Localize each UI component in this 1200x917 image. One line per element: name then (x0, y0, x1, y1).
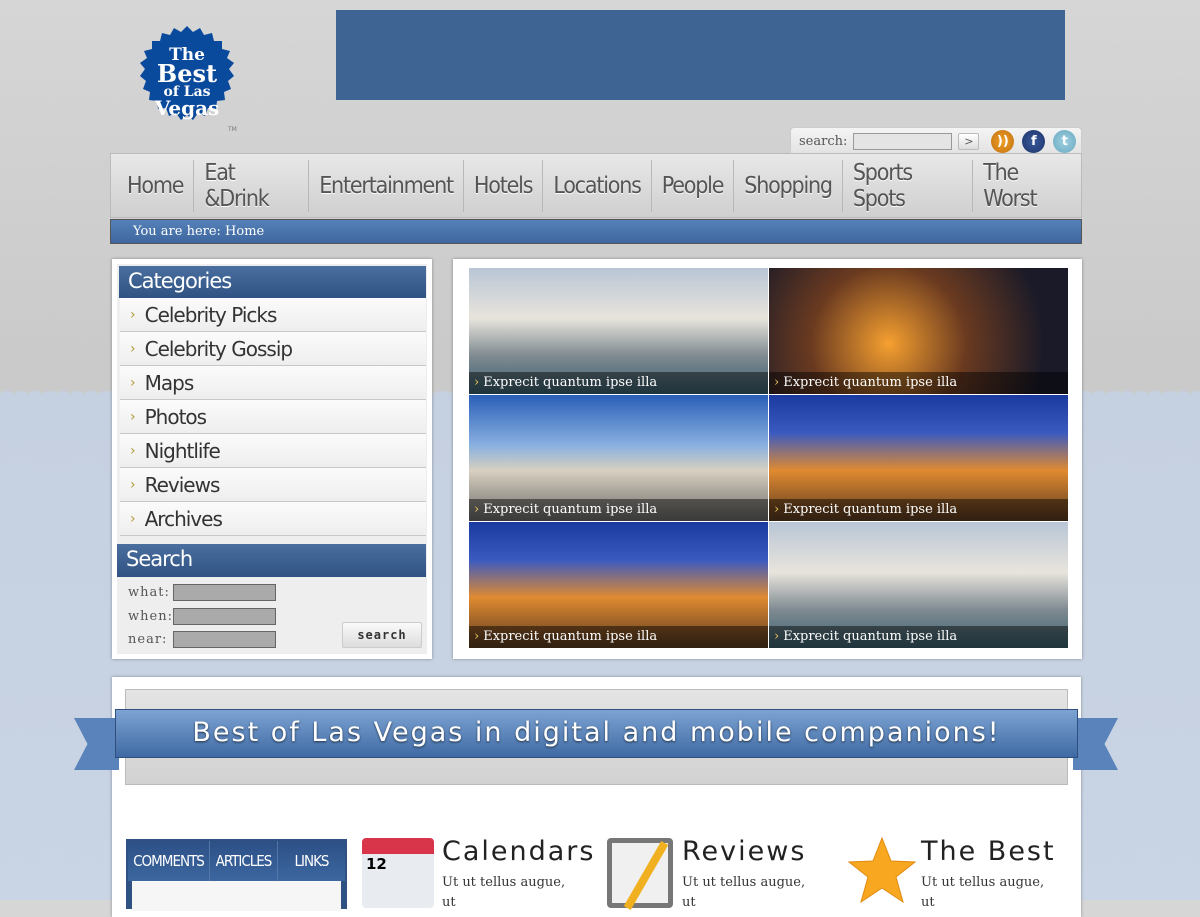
categories-list: › Celebrity Picks › Celebrity Gossip › Maps… (120, 298, 426, 536)
tab-links[interactable]: LINKS (278, 841, 345, 881)
gallery-photo[interactable]: › Exprecit quantum ipse illa (469, 268, 768, 394)
nav-eat-drink[interactable]: Eat &Drink (194, 159, 310, 212)
category-item[interactable]: › Reviews (120, 468, 426, 502)
category-item[interactable]: › Celebrity Picks (120, 298, 426, 332)
tab-content (132, 881, 341, 911)
chevron-right-icon: › (130, 340, 136, 357)
ad-banner[interactable] (336, 10, 1065, 100)
search-button[interactable]: search (342, 622, 422, 648)
breadcrumb: You are here: Home (110, 219, 1082, 244)
near-input[interactable] (173, 631, 276, 649)
main-nav: Home Eat &Drink Entertainment Hotels Loc… (110, 153, 1082, 218)
promo-ribbon: Best of Las Vegas in digital and mobile … (115, 709, 1078, 758)
tab-articles[interactable]: ARTICLES (210, 841, 278, 881)
category-item[interactable]: › Maps (120, 366, 426, 400)
when-input[interactable] (173, 607, 276, 625)
tab-box: COMMENTS ARTICLES LINKS (126, 839, 347, 911)
chevron-right-icon: › (474, 629, 480, 644)
what-input[interactable] (173, 584, 276, 602)
chevron-right-icon: › (774, 629, 780, 644)
chevron-right-icon: › (774, 502, 780, 517)
gallery-photo[interactable]: › Exprecit quantum ipse illa (469, 522, 768, 648)
nav-sports-spots[interactable]: Sports Spots (843, 159, 974, 212)
nav-locations[interactable]: Locations (543, 159, 652, 212)
nav-entertainment[interactable]: Entertainment (309, 159, 464, 212)
category-item[interactable]: › Archives (120, 502, 426, 536)
category-item[interactable]: › Celebrity Gossip (120, 332, 426, 366)
feature-reviews: Reviews Ut ut tellus augue, ut (607, 836, 822, 913)
nav-people[interactable]: People (652, 159, 735, 212)
search-title: Search (117, 544, 426, 577)
chevron-right-icon: › (774, 375, 780, 390)
svg-text:Vegas: Vegas (154, 96, 220, 120)
star-icon (848, 836, 916, 904)
sidebar-panel: Categories › Celebrity Picks › Celebrity G… (112, 259, 432, 659)
photo-gallery: › Exprecit quantum ipse illa › Exprecit qu… (453, 259, 1082, 659)
calendar-icon: 12 (362, 838, 434, 908)
chevron-right-icon: › (474, 502, 480, 517)
search-what-row: what: (117, 581, 427, 605)
chevron-right-icon: › (130, 476, 136, 493)
categories-title: Categories (119, 266, 426, 298)
tab-comments[interactable]: COMMENTS (128, 841, 210, 881)
chevron-right-icon: › (130, 510, 136, 527)
notepad-pencil-icon (607, 838, 673, 910)
nav-home[interactable]: Home (117, 159, 195, 212)
nav-the-worst[interactable]: The Worst (973, 160, 1081, 212)
ribbon-tail-right (1073, 718, 1118, 770)
category-item[interactable]: › Nightlife (120, 434, 426, 468)
top-search-bar: search: > )) f t (790, 127, 1082, 155)
twitter-icon[interactable]: t (1053, 130, 1077, 153)
feature-calendars: 12 Calendars Ut ut tellus augue, ut (362, 836, 595, 913)
top-search-go-button[interactable]: > (958, 133, 980, 150)
nav-shopping[interactable]: Shopping (734, 159, 843, 212)
gallery-photo[interactable]: › Exprecit quantum ipse illa (769, 395, 1068, 521)
category-item[interactable]: › Photos (120, 400, 426, 434)
chevron-right-icon: › (130, 374, 136, 391)
gallery-photo[interactable]: › Exprecit quantum ipse illa (769, 268, 1068, 394)
facebook-icon[interactable]: f (1022, 130, 1046, 153)
chevron-right-icon: › (130, 306, 136, 323)
chevron-right-icon: › (130, 408, 136, 425)
nav-hotels[interactable]: Hotels (464, 159, 544, 212)
gallery-photo[interactable]: › Exprecit quantum ipse illa (469, 395, 768, 521)
ribbon-tail-left (74, 718, 119, 770)
feature-the-best: The Best Ut ut tellus augue, ut (848, 836, 1061, 913)
gallery-photo[interactable]: › Exprecit quantum ipse illa (769, 522, 1068, 648)
top-search-input[interactable] (853, 133, 953, 150)
svg-text:TM: TM (227, 126, 237, 133)
rss-icon[interactable]: )) (991, 130, 1015, 153)
logo[interactable]: The Best of Las Vegas TM (125, 18, 250, 138)
chevron-right-icon: › (130, 442, 136, 459)
chevron-right-icon: › (474, 375, 480, 390)
top-search-label: search: (799, 134, 848, 149)
